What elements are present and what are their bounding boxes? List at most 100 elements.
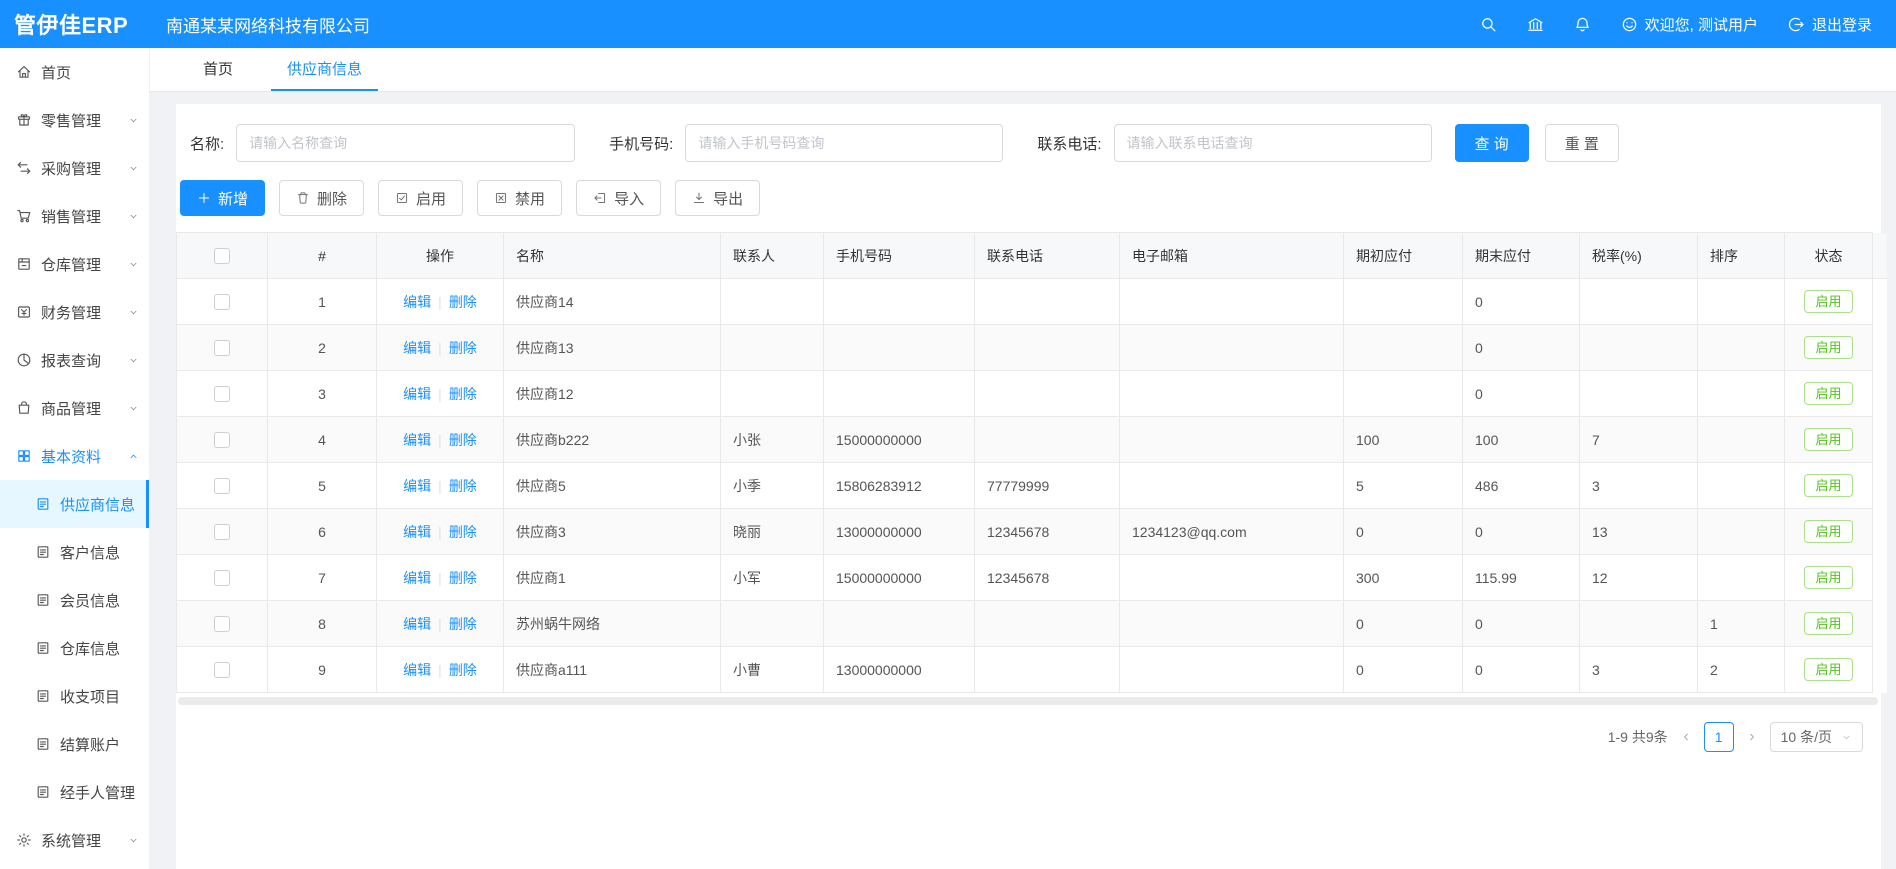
toolbar-button[interactable]: 删除 — [279, 180, 364, 216]
query-button[interactable]: 查 询 — [1455, 124, 1529, 162]
row-index: 4 — [268, 417, 377, 463]
edit-link[interactable]: 编辑 — [403, 616, 431, 632]
sidebar-item[interactable]: 商品管理 — [0, 384, 149, 432]
column-header: 操作 — [377, 233, 504, 279]
edit-link[interactable]: 编辑 — [403, 294, 431, 310]
table-toolbar: 新增删除启用禁用导入 导出 — [180, 180, 1881, 216]
sidebar-item[interactable]: 收支项目 — [0, 672, 149, 720]
sidebar-item[interactable]: 报表查询 — [0, 336, 149, 384]
prev-page-button[interactable] — [1680, 731, 1692, 743]
sidebar-item[interactable]: 客户信息 — [0, 528, 149, 576]
cell-end: 115.99 — [1463, 555, 1580, 601]
cell-end: 0 — [1463, 325, 1580, 371]
row-checkbox[interactable] — [214, 432, 230, 448]
cell-contact: 小季 — [721, 463, 824, 509]
tel-search-input[interactable] — [1114, 124, 1432, 162]
row-checkbox[interactable] — [214, 386, 230, 402]
status-badge: 启用 — [1804, 658, 1852, 682]
delete-link[interactable]: 删除 — [449, 294, 477, 310]
current-page-button[interactable]: 1 — [1704, 722, 1734, 752]
status-badge: 启用 — [1804, 566, 1852, 590]
edit-link[interactable]: 编辑 — [403, 432, 431, 448]
row-checkbox[interactable] — [214, 478, 230, 494]
horizontal-scrollbar[interactable] — [178, 697, 1878, 705]
sidebar-item[interactable]: 仓库信息 — [0, 624, 149, 672]
row-checkbox[interactable] — [214, 294, 230, 310]
delete-link[interactable]: 删除 — [449, 432, 477, 448]
table-row: 8编辑|删除苏州蜗牛网络001启用 — [177, 601, 1887, 647]
delete-link[interactable]: 删除 — [449, 386, 477, 402]
delete-link[interactable]: 删除 — [449, 524, 477, 540]
sidebar-item[interactable]: 财务管理 — [0, 288, 149, 336]
row-checkbox[interactable] — [214, 616, 230, 632]
delete-link[interactable]: 删除 — [449, 616, 477, 632]
sidebar-item[interactable]: 结算账户 — [0, 720, 149, 768]
table-row: 5编辑|删除供应商5小季158062839127777999954863启用 — [177, 463, 1887, 509]
edit-link[interactable]: 编辑 — [403, 386, 431, 402]
delete-link[interactable]: 删除 — [449, 570, 477, 586]
toolbar-button[interactable]: 导入 — [576, 180, 661, 216]
edit-link[interactable]: 编辑 — [403, 340, 431, 356]
select-all-checkbox[interactable] — [214, 248, 230, 264]
tel-label: 联系电话: — [1037, 133, 1101, 154]
toolbar-button[interactable]: 新增 — [180, 180, 265, 216]
cell-sort — [1698, 279, 1785, 325]
sidebar-item[interactable]: 仓库管理 — [0, 240, 149, 288]
chevron-down-icon — [128, 259, 139, 270]
sidebar-item[interactable]: 会员信息 — [0, 576, 149, 624]
ops-divider: | — [438, 616, 442, 632]
bell-icon[interactable] — [1574, 16, 1591, 33]
edit-link[interactable]: 编辑 — [403, 570, 431, 586]
cell-sort — [1698, 509, 1785, 555]
cell-begin: 300 — [1344, 555, 1463, 601]
plus-icon — [197, 191, 211, 205]
ops-divider: | — [438, 432, 442, 448]
tab[interactable]: 供应商信息 — [271, 48, 378, 91]
finance-icon — [16, 304, 32, 320]
pagination: 1-9 共9条 1 10 条/页 — [176, 722, 1863, 752]
edit-link[interactable]: 编辑 — [403, 524, 431, 540]
search-icon[interactable] — [1480, 16, 1497, 33]
sidebar-item[interactable]: 零售管理 — [0, 96, 149, 144]
delete-link[interactable]: 删除 — [449, 662, 477, 678]
row-checkbox[interactable] — [214, 570, 230, 586]
toolbar-button-label: 导出 — [713, 188, 743, 209]
cell-tel — [975, 417, 1120, 463]
toolbar-button[interactable]: 启用 — [378, 180, 463, 216]
name-search-input[interactable] — [236, 124, 575, 162]
toolbar-button[interactable]: 禁用 — [477, 180, 562, 216]
row-checkbox[interactable] — [214, 340, 230, 356]
tab[interactable]: 首页 — [187, 48, 249, 91]
sidebar-item[interactable]: 系统管理 — [0, 816, 149, 864]
page-size-select[interactable]: 10 条/页 — [1770, 722, 1863, 752]
bank-icon[interactable] — [1527, 16, 1544, 33]
reset-button[interactable]: 重 置 — [1545, 124, 1619, 162]
next-page-button[interactable] — [1746, 731, 1758, 743]
status-badge: 启用 — [1804, 520, 1852, 544]
delete-link[interactable]: 删除 — [449, 478, 477, 494]
logout-icon — [1788, 16, 1805, 33]
sidebar-item[interactable]: 基本资料 — [0, 432, 149, 480]
row-ops: 编辑|删除 — [377, 371, 504, 417]
row-index: 5 — [268, 463, 377, 509]
cell-end: 486 — [1463, 463, 1580, 509]
toolbar-button[interactable]: 导出 — [675, 180, 760, 216]
row-checkbox[interactable] — [214, 524, 230, 540]
cell-tel — [975, 647, 1120, 693]
logout-button[interactable]: 退出登录 — [1788, 14, 1872, 35]
edit-link[interactable]: 编辑 — [403, 478, 431, 494]
sidebar-item[interactable]: 经手人管理 — [0, 768, 149, 816]
edit-link[interactable]: 编辑 — [403, 662, 431, 678]
sidebar-item[interactable]: 销售管理 — [0, 192, 149, 240]
sidebar-item[interactable]: 首页 — [0, 48, 149, 96]
sidebar-item[interactable]: 供应商信息 — [0, 480, 149, 528]
row-checkbox[interactable] — [214, 662, 230, 678]
sidebar-item[interactable]: 采购管理 — [0, 144, 149, 192]
doc-icon — [35, 784, 51, 800]
cell-begin — [1344, 371, 1463, 417]
delete-link[interactable]: 删除 — [449, 340, 477, 356]
welcome-user[interactable]: 欢迎您, 测试用户 — [1621, 14, 1758, 35]
scrollbar-gutter-cell — [1873, 371, 1887, 417]
cell-name: 供应商b222 — [504, 417, 721, 463]
phone-search-input[interactable] — [685, 124, 1003, 162]
